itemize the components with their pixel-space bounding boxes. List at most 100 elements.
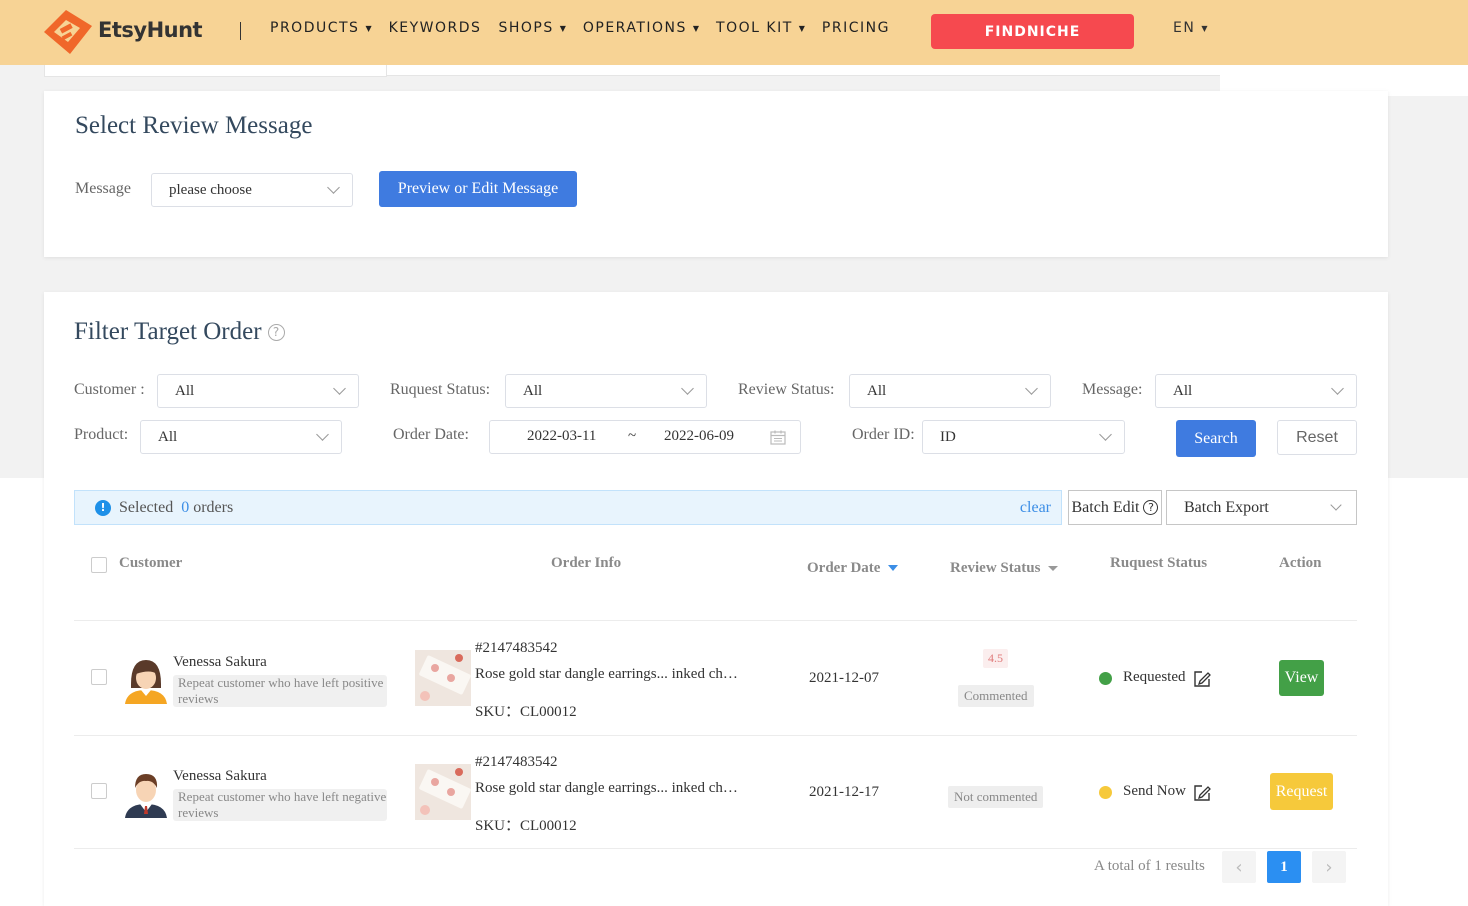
next-page-button[interactable]: ›: [1312, 851, 1346, 883]
message-filter-label: Message:: [1082, 381, 1143, 398]
batch-edit-button[interactable]: Batch Edit?: [1068, 490, 1162, 525]
review-rating: 4.5: [983, 649, 1008, 668]
nav-pricing-label: PRICING: [821, 20, 890, 36]
date-end-input[interactable]: 2022-06-09: [664, 428, 734, 445]
date-separator: ~: [628, 428, 637, 444]
product-title[interactable]: Rose gold star dangle earrings... inked …: [475, 780, 738, 797]
tab-second[interactable]: [233, 65, 387, 77]
message-filter-select-value: All: [1173, 382, 1193, 399]
status-dot: [1099, 672, 1112, 685]
product-thumbnail[interactable]: [415, 764, 471, 820]
findniche-button[interactable]: FINDNICHE: [931, 14, 1134, 49]
header-divider: [240, 22, 241, 40]
nav-products[interactable]: PRODUCTS ▼: [270, 20, 372, 36]
calendar-icon: [770, 430, 786, 445]
review-status-label: Review Status:: [738, 381, 835, 398]
order-id[interactable]: #2147483542: [475, 640, 558, 657]
customer-select-value: All: [175, 382, 195, 399]
total-results: A total of 1 results: [1094, 858, 1205, 874]
nav-keywords-label: KEYWORDS: [388, 20, 482, 36]
main-nav: PRODUCTS ▼ KEYWORDS SHOPS ▼ OPERATIONS ▼ TO…: [270, 20, 890, 36]
sort-down-icon[interactable]: [1048, 566, 1059, 571]
nav-shops[interactable]: SHOPS ▼: [498, 20, 565, 36]
column-order-date-label: Order Date: [807, 560, 881, 576]
date-start-input[interactable]: 2022-03-11: [527, 428, 596, 445]
preview-edit-message-button[interactable]: Preview or Edit Message: [379, 171, 577, 207]
customer-tag: Repeat customer who have left positive r…: [173, 675, 387, 707]
brand-name[interactable]: EtsyHunt: [98, 18, 203, 42]
product-sku: SKU：CL00012: [475, 818, 577, 834]
order-date-range-picker[interactable]: 2022-03-11 ~ 2022-06-09: [489, 420, 801, 454]
column-review-status[interactable]: Review Status: [950, 560, 1059, 577]
order-id-select[interactable]: ID: [922, 420, 1125, 454]
selection-info-bar: ! Selected 0 orders clear: [74, 490, 1062, 525]
batch-export-label: Batch Export: [1184, 498, 1269, 516]
help-icon[interactable]: ?: [1143, 500, 1159, 515]
info-icon: !: [95, 499, 111, 516]
product-label: Product:: [74, 426, 129, 443]
reset-button[interactable]: Reset: [1277, 420, 1357, 455]
customer-name: Venessa Sakura: [173, 768, 267, 784]
help-icon[interactable]: ?: [267, 323, 285, 341]
batch-export-select[interactable]: Batch Export: [1166, 490, 1357, 525]
request-status: Requested: [1123, 669, 1186, 685]
page-button-current[interactable]: 1: [1267, 851, 1301, 883]
product-thumbnail[interactable]: [415, 650, 471, 706]
column-order-date[interactable]: Order Date: [807, 560, 899, 577]
request-button[interactable]: Request: [1270, 773, 1333, 810]
chevron-down-icon: [333, 382, 346, 395]
customer-tag: Repeat customer who have left negative r…: [173, 789, 387, 821]
view-button[interactable]: View: [1279, 660, 1324, 696]
row-checkbox[interactable]: [91, 783, 107, 799]
top-navigation-bar: EtsyHunt PRODUCTS ▼ KEYWORDS SHOPS ▼ OPERA…: [0, 0, 1468, 65]
product-sku: SKU：CL00012: [475, 704, 577, 720]
tab-first[interactable]: [44, 65, 235, 77]
nav-operations[interactable]: OPERATIONS ▼: [583, 20, 699, 36]
nav-products-label: PRODUCTS: [270, 20, 360, 36]
chevron-right-icon: ›: [1325, 856, 1333, 878]
review-status-select[interactable]: All: [849, 374, 1051, 408]
nav-keywords[interactable]: KEYWORDS: [389, 20, 482, 36]
column-customer: Customer: [119, 555, 183, 571]
selection-prefix: Selected: [119, 498, 174, 516]
row-divider: [74, 848, 1357, 849]
batch-edit-label: Batch Edit: [1071, 498, 1140, 516]
language-selector[interactable]: EN ▼: [1173, 20, 1207, 36]
edit-icon[interactable]: [1193, 784, 1211, 802]
message-filter-select[interactable]: All: [1155, 374, 1357, 408]
order-id-select-value: ID: [940, 428, 956, 445]
message-select-value: please choose: [169, 181, 252, 198]
clear-selection-link[interactable]: clear: [1020, 499, 1051, 517]
sort-down-icon[interactable]: [888, 565, 899, 571]
caret-down-icon: ▼: [692, 23, 700, 33]
request-status-select-value: All: [523, 382, 543, 399]
nav-pricing[interactable]: PRICING: [822, 20, 890, 36]
edit-icon[interactable]: [1193, 670, 1211, 688]
review-message-title: Select Review Message: [75, 112, 313, 139]
nav-shops-label: SHOPS: [498, 20, 554, 36]
customer-select[interactable]: All: [157, 374, 359, 408]
product-title[interactable]: Rose gold star dangle earrings... inked …: [475, 666, 738, 683]
female-avatar-icon: [125, 660, 167, 704]
chevron-down-icon: [1099, 428, 1112, 441]
prev-page-button[interactable]: ‹: [1222, 851, 1256, 883]
customer-name: Venessa Sakura: [173, 654, 267, 670]
row-checkbox[interactable]: [91, 669, 107, 685]
order-date-label: Order Date:: [393, 426, 469, 443]
row-divider: [74, 735, 1357, 736]
search-button[interactable]: Search: [1176, 420, 1256, 457]
etsyhunt-logo-icon[interactable]: [40, 6, 96, 58]
request-status-select[interactable]: All: [505, 374, 707, 408]
column-request-status: Ruquest Status: [1110, 555, 1208, 571]
message-label: Message: [75, 180, 131, 197]
chevron-down-icon: [1025, 382, 1038, 395]
message-select[interactable]: please choose: [151, 173, 353, 207]
product-select[interactable]: All: [140, 420, 342, 454]
order-id[interactable]: #2147483542: [475, 754, 558, 771]
male-avatar-icon: [125, 774, 167, 818]
product-select-value: All: [158, 428, 178, 445]
filter-title-text: Filter Target Order: [74, 318, 262, 345]
caret-down-icon: ▼: [559, 23, 566, 33]
select-all-checkbox[interactable]: [91, 557, 107, 573]
nav-tool-kit[interactable]: TOOL KIT ▼: [716, 20, 805, 36]
